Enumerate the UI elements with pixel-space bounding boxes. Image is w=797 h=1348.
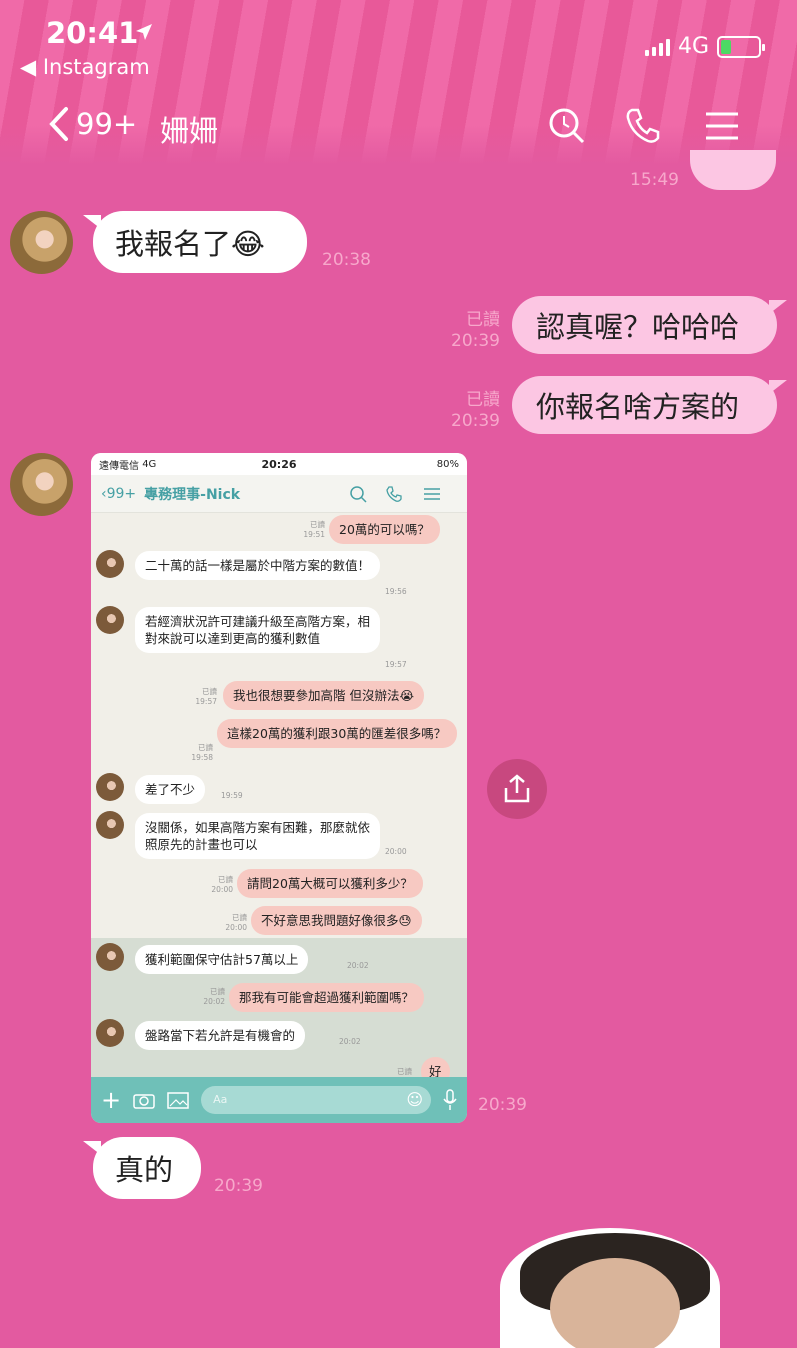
message-bubble-incoming: 差了不少 [135, 775, 206, 804]
back-app-label: Instagram [42, 55, 150, 79]
message-time: 20:39 [478, 1095, 527, 1115]
message-bubble-outgoing[interactable]: 你報名啥方案的 [512, 376, 787, 434]
avatar[interactable] [10, 453, 73, 516]
image-icon [167, 1092, 189, 1109]
read-receipt: 已讀 19:58 [191, 743, 213, 762]
back-button[interactable]: 99+ [48, 106, 137, 142]
message-time: 15:49 [630, 170, 679, 190]
message-bubble-incoming: 若經濟狀況許可建議升級至高階方案，相對來說可以達到更高的獲利數值 [135, 607, 380, 653]
message-time: 20:00 [385, 847, 407, 856]
avatar [96, 606, 124, 634]
message-time: 19:57 [385, 660, 407, 669]
chevron-left-icon [49, 107, 68, 141]
share-icon [504, 774, 530, 803]
avatar [96, 1019, 124, 1047]
message-bubble-incoming: 二十萬的話一樣是屬於中階方案的數值！ [135, 551, 380, 580]
message-bubble-incoming[interactable]: 真的 [83, 1137, 201, 1199]
message-text: 認真喔？哈哈哈 [536, 310, 740, 344]
search-icon[interactable] [548, 106, 586, 146]
emoji-icon: ☺ [406, 1090, 423, 1109]
read-receipt: 已讀 19:57 [195, 687, 217, 706]
microphone-icon [443, 1089, 457, 1110]
screenshot-text-input: Aa ☺ [201, 1086, 431, 1114]
read-receipt: 已讀 19:51 [303, 520, 325, 539]
camera-icon [133, 1094, 155, 1109]
search-icon [350, 486, 367, 503]
screenshot-nav-bar: ‹ 99+ 專務理事-Nick [91, 475, 467, 513]
phone-icon[interactable] [624, 106, 662, 146]
screenshot-status-bar: 遠傳電信 4G 20:26 80% [91, 453, 467, 475]
message-bubble-outgoing: 20萬的可以嗎？ [329, 515, 440, 544]
location-arrow-icon [136, 24, 152, 40]
avatar [96, 773, 124, 801]
plus-icon: + [101, 1086, 122, 1114]
menu-icon[interactable] [704, 106, 740, 146]
phone-icon [386, 486, 402, 502]
network-label: 4G [677, 34, 709, 59]
message-bubble-partial[interactable] [690, 150, 776, 190]
message-bubble-incoming: 獲利範圍保守估計57萬以上 [135, 945, 309, 974]
unread-count: 99+ [76, 107, 138, 141]
sticker-image[interactable] [500, 1228, 720, 1348]
menu-icon [424, 488, 440, 500]
message-bubble-outgoing: 我也很想要參加高階 但沒辦法😭 [223, 681, 425, 710]
message-bubble-outgoing: 請問20萬大概可以獲利多少？ [237, 869, 423, 898]
battery-icon [717, 35, 765, 58]
read-receipt: 已讀 20:39 [451, 310, 500, 351]
avatar [96, 943, 124, 971]
screenshot-input-bar: + Aa ☺ [91, 1077, 467, 1123]
avatar [96, 550, 124, 578]
signal-icon [644, 38, 670, 56]
avatar [96, 811, 124, 839]
message-time: 19:59 [221, 791, 243, 800]
read-receipt: 已讀 20:39 [451, 390, 500, 431]
message-bubble-outgoing: 那我有可能會超過獲利範圍嗎？ [229, 983, 425, 1012]
message-bubble-incoming[interactable]: 我報名了😂 [83, 211, 307, 273]
message-bubble-incoming: 盤路當下若允許是有機會的 [135, 1021, 306, 1050]
message-text: 你報名啥方案的 [536, 390, 740, 424]
message-time: 20:38 [322, 250, 371, 270]
message-time: 19:56 [385, 587, 407, 596]
read-receipt: 已讀 20:02 [203, 987, 225, 1006]
message-text: 我報名了😂 [115, 227, 265, 261]
message-bubble-outgoing[interactable]: 認真喔？哈哈哈 [512, 296, 787, 354]
back-to-app[interactable]: ◀ Instagram [20, 55, 150, 79]
message-bubble-outgoing: 不好意思我問題好像很多😓 [251, 906, 422, 935]
message-time: 20:39 [214, 1176, 263, 1196]
message-text: 真的 [115, 1153, 174, 1187]
message-bubble-incoming: 沒關係，如果高階方案有困難，那麼就依照原先的計畫也可以 [135, 813, 380, 859]
message-time: 20:02 [347, 961, 369, 970]
chat-title: 姍姍 [160, 114, 219, 148]
share-button[interactable] [487, 759, 547, 819]
shared-screenshot-image[interactable]: 遠傳電信 4G 20:26 80% ‹ 99+ 專務理事-Nick 已讀 19:51… [91, 453, 467, 1123]
status-time: 20:41 [46, 16, 139, 50]
status-indicators: 4G [644, 34, 765, 59]
message-bubble-outgoing: 這樣20萬的獲利跟30萬的匯差很多嗎？ [217, 719, 457, 748]
avatar[interactable] [10, 211, 73, 274]
read-receipt: 已讀 [397, 1067, 412, 1076]
read-receipt: 已讀 20:00 [225, 913, 247, 932]
message-time: 20:02 [339, 1037, 361, 1046]
chat-nav-bar: 99+ 姍姍 [0, 100, 797, 156]
read-receipt: 已讀 20:00 [211, 875, 233, 894]
